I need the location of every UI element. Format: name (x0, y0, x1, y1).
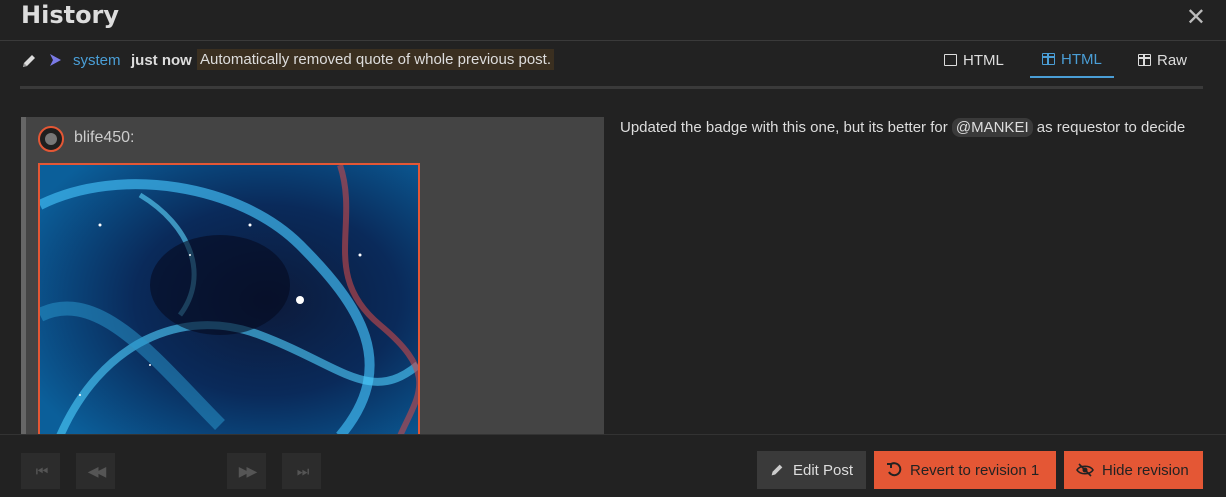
hide-revision-button[interactable]: Hide revision (1064, 451, 1203, 489)
tab-raw[interactable]: Raw (1138, 42, 1187, 78)
post-text-continued: as requestor to decide (1032, 119, 1186, 136)
first-revision-button[interactable]: ⏮ (21, 453, 60, 489)
revert-label: Revert to revision 1 (910, 461, 1040, 479)
system-cursor-icon (50, 54, 61, 66)
square-icon (944, 54, 957, 66)
mention-link[interactable]: @MANKEI (951, 118, 1033, 137)
quoted-image[interactable] (38, 163, 420, 434)
revision-time: just now (131, 52, 192, 69)
edit-post-label: Edit Post (793, 461, 854, 479)
close-button[interactable]: ✕ (1186, 3, 1206, 32)
next-revision-button[interactable]: ▶▶ (227, 453, 266, 489)
pencil-icon (23, 55, 35, 67)
tab-label: Raw (1157, 51, 1188, 69)
revert-button[interactable]: Revert to revision 1 (874, 451, 1056, 489)
modal-header: History ✕ (0, 0, 1226, 41)
last-revision-button[interactable]: ⏭ (282, 453, 321, 489)
edit-post-button[interactable]: Edit Post (757, 451, 866, 489)
undo-icon (887, 462, 902, 477)
hide-revision-label: Hide revision (1102, 461, 1189, 479)
tab-inline-html[interactable]: HTML (944, 42, 1004, 78)
divider (20, 86, 1203, 89)
tab-side-by-side-html[interactable]: HTML (1030, 42, 1114, 78)
tab-label: HTML (963, 51, 1004, 69)
previous-revision-pane: blife450: (21, 117, 604, 434)
tab-label: HTML (1061, 50, 1102, 68)
current-revision-pane: Updated the badge with this one, but its… (620, 117, 1190, 139)
quote-bar (21, 117, 26, 434)
previous-revision-button[interactable]: ◀◀ (76, 453, 115, 489)
avatar[interactable] (38, 126, 64, 152)
revision-reason: Automatically removed quote of whole pre… (197, 49, 555, 70)
pencil-icon (771, 464, 783, 476)
eye-slash-icon (1076, 463, 1094, 477)
revision-user-link[interactable]: system (73, 52, 121, 69)
quote-author: blife450: (74, 129, 135, 146)
galaxy-image (40, 165, 418, 434)
split-view-icon (1042, 53, 1055, 65)
post-text: Updated the badge with this one, but its… (620, 119, 952, 136)
split-view-icon (1138, 54, 1151, 66)
modal-title: History (21, 1, 120, 29)
modal-footer: ⏮ ◀◀ ▶▶ ⏭ Edit Post Revert to revision 1… (0, 434, 1226, 497)
